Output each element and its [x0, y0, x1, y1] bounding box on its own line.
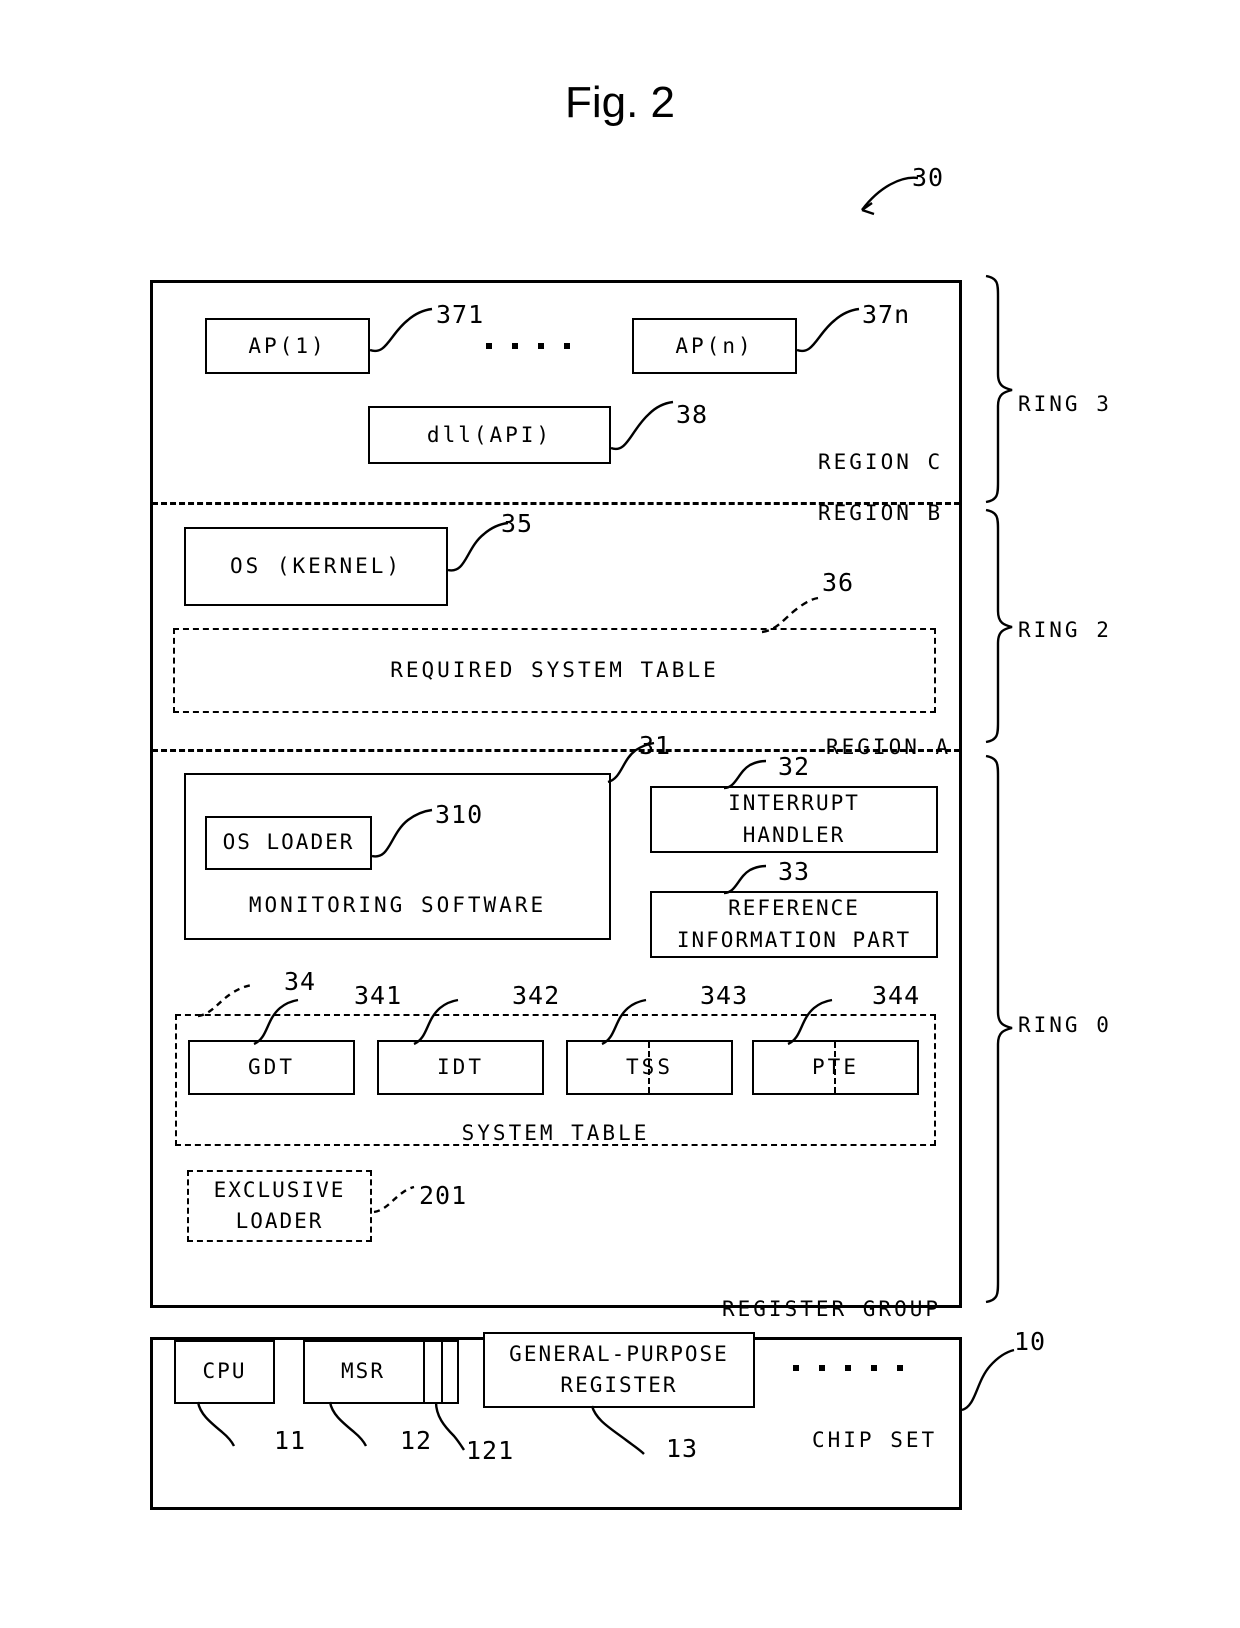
ref-numeral-310: 310	[435, 800, 484, 829]
cpu-box[interactable]: CPU	[174, 1340, 275, 1404]
os-kernel-label: OS (KERNEL)	[229, 554, 403, 579]
brace-ring3	[985, 274, 1013, 504]
leader-13	[590, 1405, 645, 1455]
dll-api-box[interactable]: dll(API)	[368, 406, 611, 464]
leader-34	[197, 983, 253, 1018]
interrupt-handler-box[interactable]: INTERRUPT HANDLER	[650, 786, 938, 853]
region-b-label: REGION B	[818, 501, 944, 525]
ref-numeral-35: 35	[501, 509, 534, 538]
gpr-label-line2: REGISTER	[560, 1373, 678, 1397]
ring-3-label: RING 3	[1018, 392, 1112, 416]
idt-label: IDT	[437, 1055, 484, 1080]
ring-0-label: RING 0	[1018, 1013, 1112, 1037]
gdt-label: GDT	[248, 1055, 295, 1080]
os-loader-box[interactable]: OS LOADER	[205, 816, 372, 870]
ap-1-label: AP(1)	[248, 333, 327, 358]
ref-numeral-31: 31	[639, 731, 672, 760]
os-kernel-box[interactable]: OS (KERNEL)	[184, 527, 448, 606]
register-ellipsis	[793, 1365, 903, 1371]
dll-api-label: dll(API)	[426, 422, 553, 447]
tss-divider	[648, 1042, 650, 1093]
system-table-entry-gdt[interactable]: GDT	[188, 1040, 355, 1095]
ref-numeral-33: 33	[778, 857, 811, 886]
required-system-table-label: REQUIRED SYSTEM TABLE	[390, 658, 719, 683]
ref-numeral-341: 341	[354, 981, 403, 1010]
cpu-label: CPU	[202, 1359, 247, 1384]
interrupt-handler-label-line2: HANDLER	[742, 822, 846, 847]
region-a-label: REGION A	[826, 735, 952, 759]
ap-n-label: AP(n)	[675, 333, 754, 358]
pte-divider	[834, 1042, 836, 1093]
required-system-table-box: REQUIRED SYSTEM TABLE	[173, 628, 936, 713]
ref-numeral-12: 12	[400, 1426, 433, 1455]
leader-310	[371, 808, 433, 858]
ref-numeral-13: 13	[666, 1434, 699, 1463]
ref-numeral-201: 201	[419, 1181, 468, 1210]
leader-371	[369, 307, 433, 353]
leader-343	[601, 998, 647, 1046]
leader-342	[413, 998, 459, 1046]
leader-36	[761, 596, 819, 634]
leader-11	[196, 1401, 236, 1447]
msr-box[interactable]: MSR	[303, 1340, 459, 1404]
interrupt-handler-label-line1: INTERRUPT	[728, 791, 860, 815]
leader-arrow-30	[861, 176, 919, 216]
exclusive-loader-label-line1: EXCLUSIVE	[213, 1177, 346, 1202]
ap-n-box[interactable]: AP(n)	[632, 318, 797, 374]
system-table-entry-idt[interactable]: IDT	[377, 1040, 544, 1095]
ring-2-label: RING 2	[1018, 618, 1112, 642]
general-purpose-register-box[interactable]: GENERAL-PURPOSE REGISTER	[483, 1332, 755, 1408]
ref-numeral-371: 371	[436, 300, 485, 329]
exclusive-loader-label-line2: LOADER	[235, 1209, 324, 1233]
leader-33	[723, 864, 767, 895]
leader-201	[373, 1185, 415, 1214]
ref-numeral-10: 10	[1014, 1327, 1047, 1356]
monitoring-software-label: MONITORING SOFTWARE	[248, 892, 547, 917]
register-group-label: REGISTER GROUP	[722, 1297, 942, 1321]
leader-344	[787, 998, 833, 1046]
msr-label: MSR	[341, 1359, 385, 1384]
leader-12	[328, 1401, 368, 1447]
brace-ring2	[985, 508, 1013, 744]
ref-numeral-11: 11	[274, 1426, 307, 1455]
system-table-label: SYSTEM TABLE	[461, 1121, 650, 1145]
leader-10	[961, 1348, 1015, 1412]
exclusive-loader-box[interactable]: EXCLUSIVE LOADER	[187, 1170, 372, 1242]
leader-32	[723, 759, 767, 790]
reference-information-label-line2: INFORMATION PART	[676, 927, 912, 952]
figure-title: Fig. 2	[564, 78, 676, 127]
chip-set-label: CHIP SET	[812, 1428, 938, 1452]
ref-numeral-343: 343	[700, 981, 749, 1010]
reference-information-label-line1: REFERENCE	[728, 896, 860, 920]
ref-numeral-36: 36	[822, 568, 855, 597]
brace-ring0	[985, 754, 1013, 1304]
ref-numeral-121: 121	[466, 1436, 515, 1465]
leader-37n	[796, 307, 860, 353]
reference-information-part-box[interactable]: REFERENCE INFORMATION PART	[650, 891, 938, 958]
msr-subcell-divider-1	[423, 1342, 425, 1402]
leader-341	[253, 998, 299, 1046]
ref-numeral-34: 34	[284, 967, 317, 996]
ref-numeral-37n: 37n	[862, 300, 911, 329]
ap-1-box[interactable]: AP(1)	[205, 318, 370, 374]
leader-38	[610, 400, 674, 451]
msr-subcell-divider-2	[441, 1342, 443, 1402]
ref-numeral-344: 344	[872, 981, 921, 1010]
ref-numeral-38: 38	[676, 400, 709, 429]
ref-numeral-32: 32	[778, 752, 811, 781]
region-c-label: REGION C	[818, 450, 944, 474]
ref-numeral-342: 342	[512, 981, 561, 1010]
gpr-label-line1: GENERAL-PURPOSE	[509, 1341, 729, 1366]
ap-ellipsis	[486, 343, 570, 349]
os-loader-label: OS LOADER	[222, 830, 355, 855]
